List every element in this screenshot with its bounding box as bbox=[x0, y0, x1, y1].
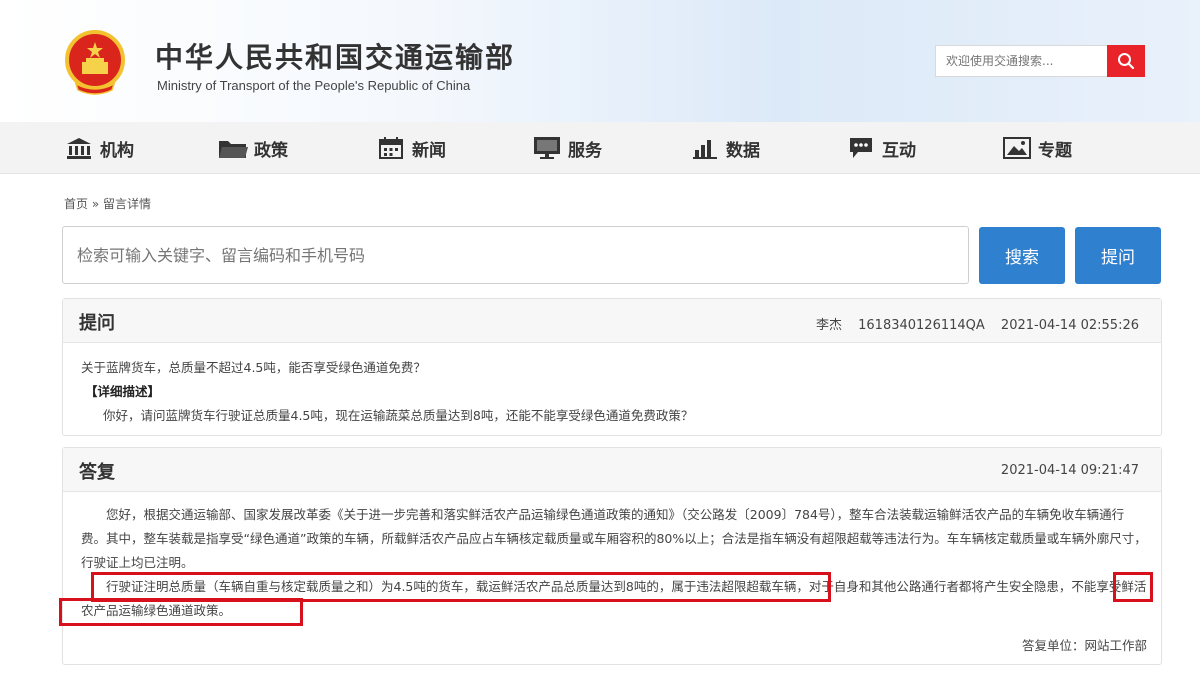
nav-item-interaction[interactable]: 互动 bbox=[846, 122, 916, 174]
chat-icon bbox=[846, 136, 876, 160]
monitor-icon bbox=[532, 136, 562, 160]
nav-item-news[interactable]: 新闻 bbox=[376, 122, 446, 174]
answer-department-name: 网站工作部 bbox=[1084, 638, 1147, 653]
breadcrumb-home-link[interactable]: 首页 bbox=[64, 197, 88, 211]
answer-paragraph: 行驶证注明总质量（车辆自重与核定载质量之和）为4.5吨的货车，载运鲜活农产品总质… bbox=[81, 579, 1147, 618]
nav-item-services[interactable]: 服务 bbox=[532, 122, 602, 174]
calendar-icon bbox=[376, 136, 406, 160]
answer-department-label: 答复单位： bbox=[1021, 638, 1085, 653]
answer-datetime: 2021-04-14 09:21:47 bbox=[1000, 463, 1139, 478]
breadcrumb: 首页 » 留言详情 bbox=[64, 195, 151, 212]
site-title-cn: 中华人民共和国交通运输部 bbox=[155, 41, 516, 74]
nav-item-label: 服务 bbox=[568, 140, 602, 161]
nav-item-topics[interactable]: 专题 bbox=[1002, 122, 1072, 174]
nav-item-label: 机构 bbox=[100, 140, 134, 161]
question-detail-label: 【详细描述】 bbox=[85, 384, 161, 399]
nav-item-data[interactable]: 数据 bbox=[690, 122, 760, 174]
nav-item-label: 新闻 bbox=[412, 140, 446, 161]
image-icon bbox=[1002, 136, 1032, 160]
header-search bbox=[935, 45, 1145, 77]
national-emblem-icon bbox=[65, 30, 125, 95]
answer-department: 答复单位：网站工作部 bbox=[1022, 635, 1147, 654]
answer-panel: 答复 2021-04-14 09:21:47 您好，根据交通运输部、国家发展改革… bbox=[59, 447, 1162, 665]
question-panel-title: 提问 bbox=[79, 313, 115, 334]
answer-panel-header: 答复 2021-04-14 09:21:47 bbox=[63, 448, 1161, 492]
nav-item-label: 数据 bbox=[726, 140, 760, 161]
message-search-input[interactable] bbox=[62, 226, 969, 284]
breadcrumb-separator: » bbox=[91, 197, 100, 211]
question-detail: 你好，请问蓝牌货车行驶证总质量4.5吨，现在运输蔬菜总质量达到8吨，还能不能享受… bbox=[103, 408, 694, 423]
nav-item-label: 政策 bbox=[254, 140, 288, 161]
header-search-button[interactable] bbox=[1107, 45, 1145, 77]
main-nav: 机构 政策 新闻 服务 数据 互动 专题 bbox=[0, 122, 1200, 174]
site-header: 中华人民共和国交通运输部 Ministry of Transport of th… bbox=[0, 0, 1200, 122]
question-subject: 关于蓝牌货车，总质量不超过4.5吨，能否享受绿色通道免费？ bbox=[81, 360, 426, 375]
answer-paragraph: 您好，根据交通运输部、国家发展改革委《关于进一步完善和落实鲜活农产品运输绿色通道… bbox=[81, 507, 1147, 570]
site-title-en: Ministry of Transport of the People's Re… bbox=[157, 78, 471, 93]
header-search-input[interactable] bbox=[935, 45, 1107, 77]
search-icon bbox=[1118, 53, 1135, 70]
bar-chart-icon bbox=[690, 136, 720, 160]
question-panel: 提问 李杰 1618340126114QA 2021-04-14 02:55:2… bbox=[62, 298, 1162, 436]
breadcrumb-current: 留言详情 bbox=[103, 197, 152, 211]
building-icon bbox=[64, 136, 94, 160]
nav-item-label: 互动 bbox=[882, 140, 916, 161]
question-code: 1618340126114QA bbox=[858, 318, 985, 333]
nav-item-policy[interactable]: 政策 bbox=[218, 122, 288, 174]
question-author: 李杰 bbox=[815, 318, 842, 333]
ask-question-button[interactable]: 提问 bbox=[1075, 227, 1161, 284]
nav-item-label: 专题 bbox=[1038, 140, 1072, 161]
question-panel-header: 提问 李杰 1618340126114QA 2021-04-14 02:55:2… bbox=[63, 299, 1161, 343]
folder-icon bbox=[218, 136, 248, 160]
search-button[interactable]: 搜索 bbox=[979, 227, 1065, 284]
nav-item-institutions[interactable]: 机构 bbox=[64, 122, 134, 174]
question-meta: 李杰 1618340126114QA 2021-04-14 02:55:26 bbox=[816, 314, 1139, 333]
answer-panel-title: 答复 bbox=[79, 462, 115, 483]
question-datetime: 2021-04-14 02:55:26 bbox=[1000, 318, 1139, 333]
answer-body: 您好，根据交通运输部、国家发展改革委《关于进一步完善和落实鲜活农产品运输绿色通道… bbox=[81, 503, 1147, 623]
